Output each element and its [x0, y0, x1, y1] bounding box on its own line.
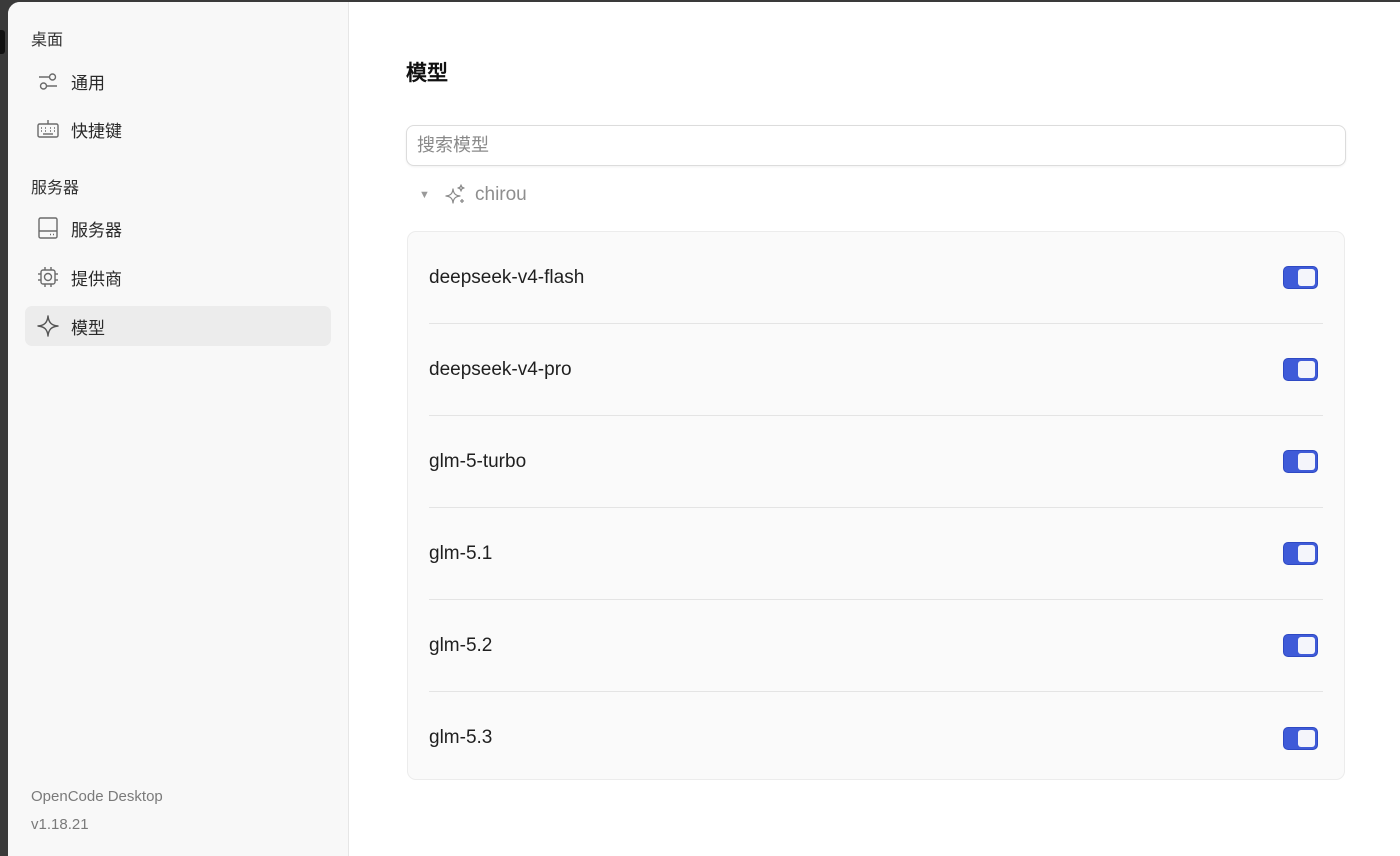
toggle-knob — [1298, 729, 1315, 747]
list-item: glm-5.1 — [429, 508, 1323, 600]
section-title-server: 服务器 — [31, 180, 80, 197]
model-toggle[interactable] — [1283, 542, 1318, 565]
sidebar-item-general[interactable]: 通用 — [25, 61, 331, 101]
sparkle-icon — [35, 313, 61, 339]
sidebar-item-label: 服务器 — [71, 220, 122, 240]
settings-window: 桌面 通用 快捷键 服务器 服务器 提供商 模型 OpenCode Deskto… — [8, 2, 1400, 856]
provider-name: chirou — [475, 184, 527, 205]
toggle-knob — [1298, 361, 1315, 378]
list-item: glm-5.2 — [429, 600, 1323, 692]
model-name: glm-5.1 — [429, 542, 493, 564]
sidebar-item-providers[interactable]: 提供商 — [25, 257, 331, 297]
list-item: deepseek-v4-flash — [429, 232, 1323, 324]
app-name: OpenCode Desktop — [31, 788, 163, 805]
model-name: deepseek-v4-pro — [429, 358, 572, 380]
keyboard-icon — [35, 116, 61, 142]
search-input[interactable] — [406, 125, 1346, 166]
provider-group-header[interactable]: ▼ chirou — [419, 180, 527, 210]
server-icon — [35, 215, 61, 241]
sparkles-icon — [443, 183, 467, 207]
sidebar-item-models[interactable]: 模型 — [25, 306, 331, 346]
list-item: deepseek-v4-pro — [429, 324, 1323, 416]
list-item: glm-5-turbo — [429, 416, 1323, 508]
sliders-icon — [35, 68, 61, 94]
model-toggle[interactable] — [1283, 450, 1318, 473]
sidebar-item-shortcuts[interactable]: 快捷键 — [25, 109, 331, 149]
toggle-knob — [1298, 269, 1315, 286]
list-item: glm-5.3 — [429, 692, 1323, 784]
section-title-desktop: 桌面 — [31, 32, 64, 49]
model-toggle[interactable] — [1283, 726, 1318, 750]
sidebar-item-label: 模型 — [71, 318, 105, 338]
window-edge-marker — [0, 30, 5, 54]
main-content: 模型 ▼ chirou deepseek-v4-flash deepseek-v… — [349, 2, 1400, 856]
toggle-knob — [1298, 545, 1315, 562]
sidebar-item-server[interactable]: 服务器 — [25, 208, 331, 248]
sidebar-item-label: 提供商 — [71, 269, 122, 289]
model-name: glm-5.2 — [429, 634, 493, 656]
model-name: deepseek-v4-flash — [429, 266, 585, 288]
sidebar: 桌面 通用 快捷键 服务器 服务器 提供商 模型 OpenCode Deskto… — [8, 2, 349, 856]
model-list: deepseek-v4-flash deepseek-v4-pro glm-5-… — [407, 231, 1345, 780]
model-toggle[interactable] — [1283, 358, 1318, 381]
chip-icon — [35, 264, 61, 290]
sidebar-item-label: 通用 — [71, 73, 105, 93]
model-name: glm-5.3 — [429, 727, 493, 748]
model-toggle[interactable] — [1283, 634, 1318, 657]
page-title: 模型 — [406, 62, 448, 85]
sidebar-item-label: 快捷键 — [71, 121, 122, 141]
toggle-knob — [1298, 453, 1315, 470]
app-version: v1.18.21 — [31, 816, 89, 833]
model-name: glm-5-turbo — [429, 450, 527, 472]
toggle-knob — [1298, 637, 1315, 654]
caret-down-icon[interactable]: ▼ — [419, 189, 433, 201]
model-toggle[interactable] — [1283, 266, 1318, 289]
